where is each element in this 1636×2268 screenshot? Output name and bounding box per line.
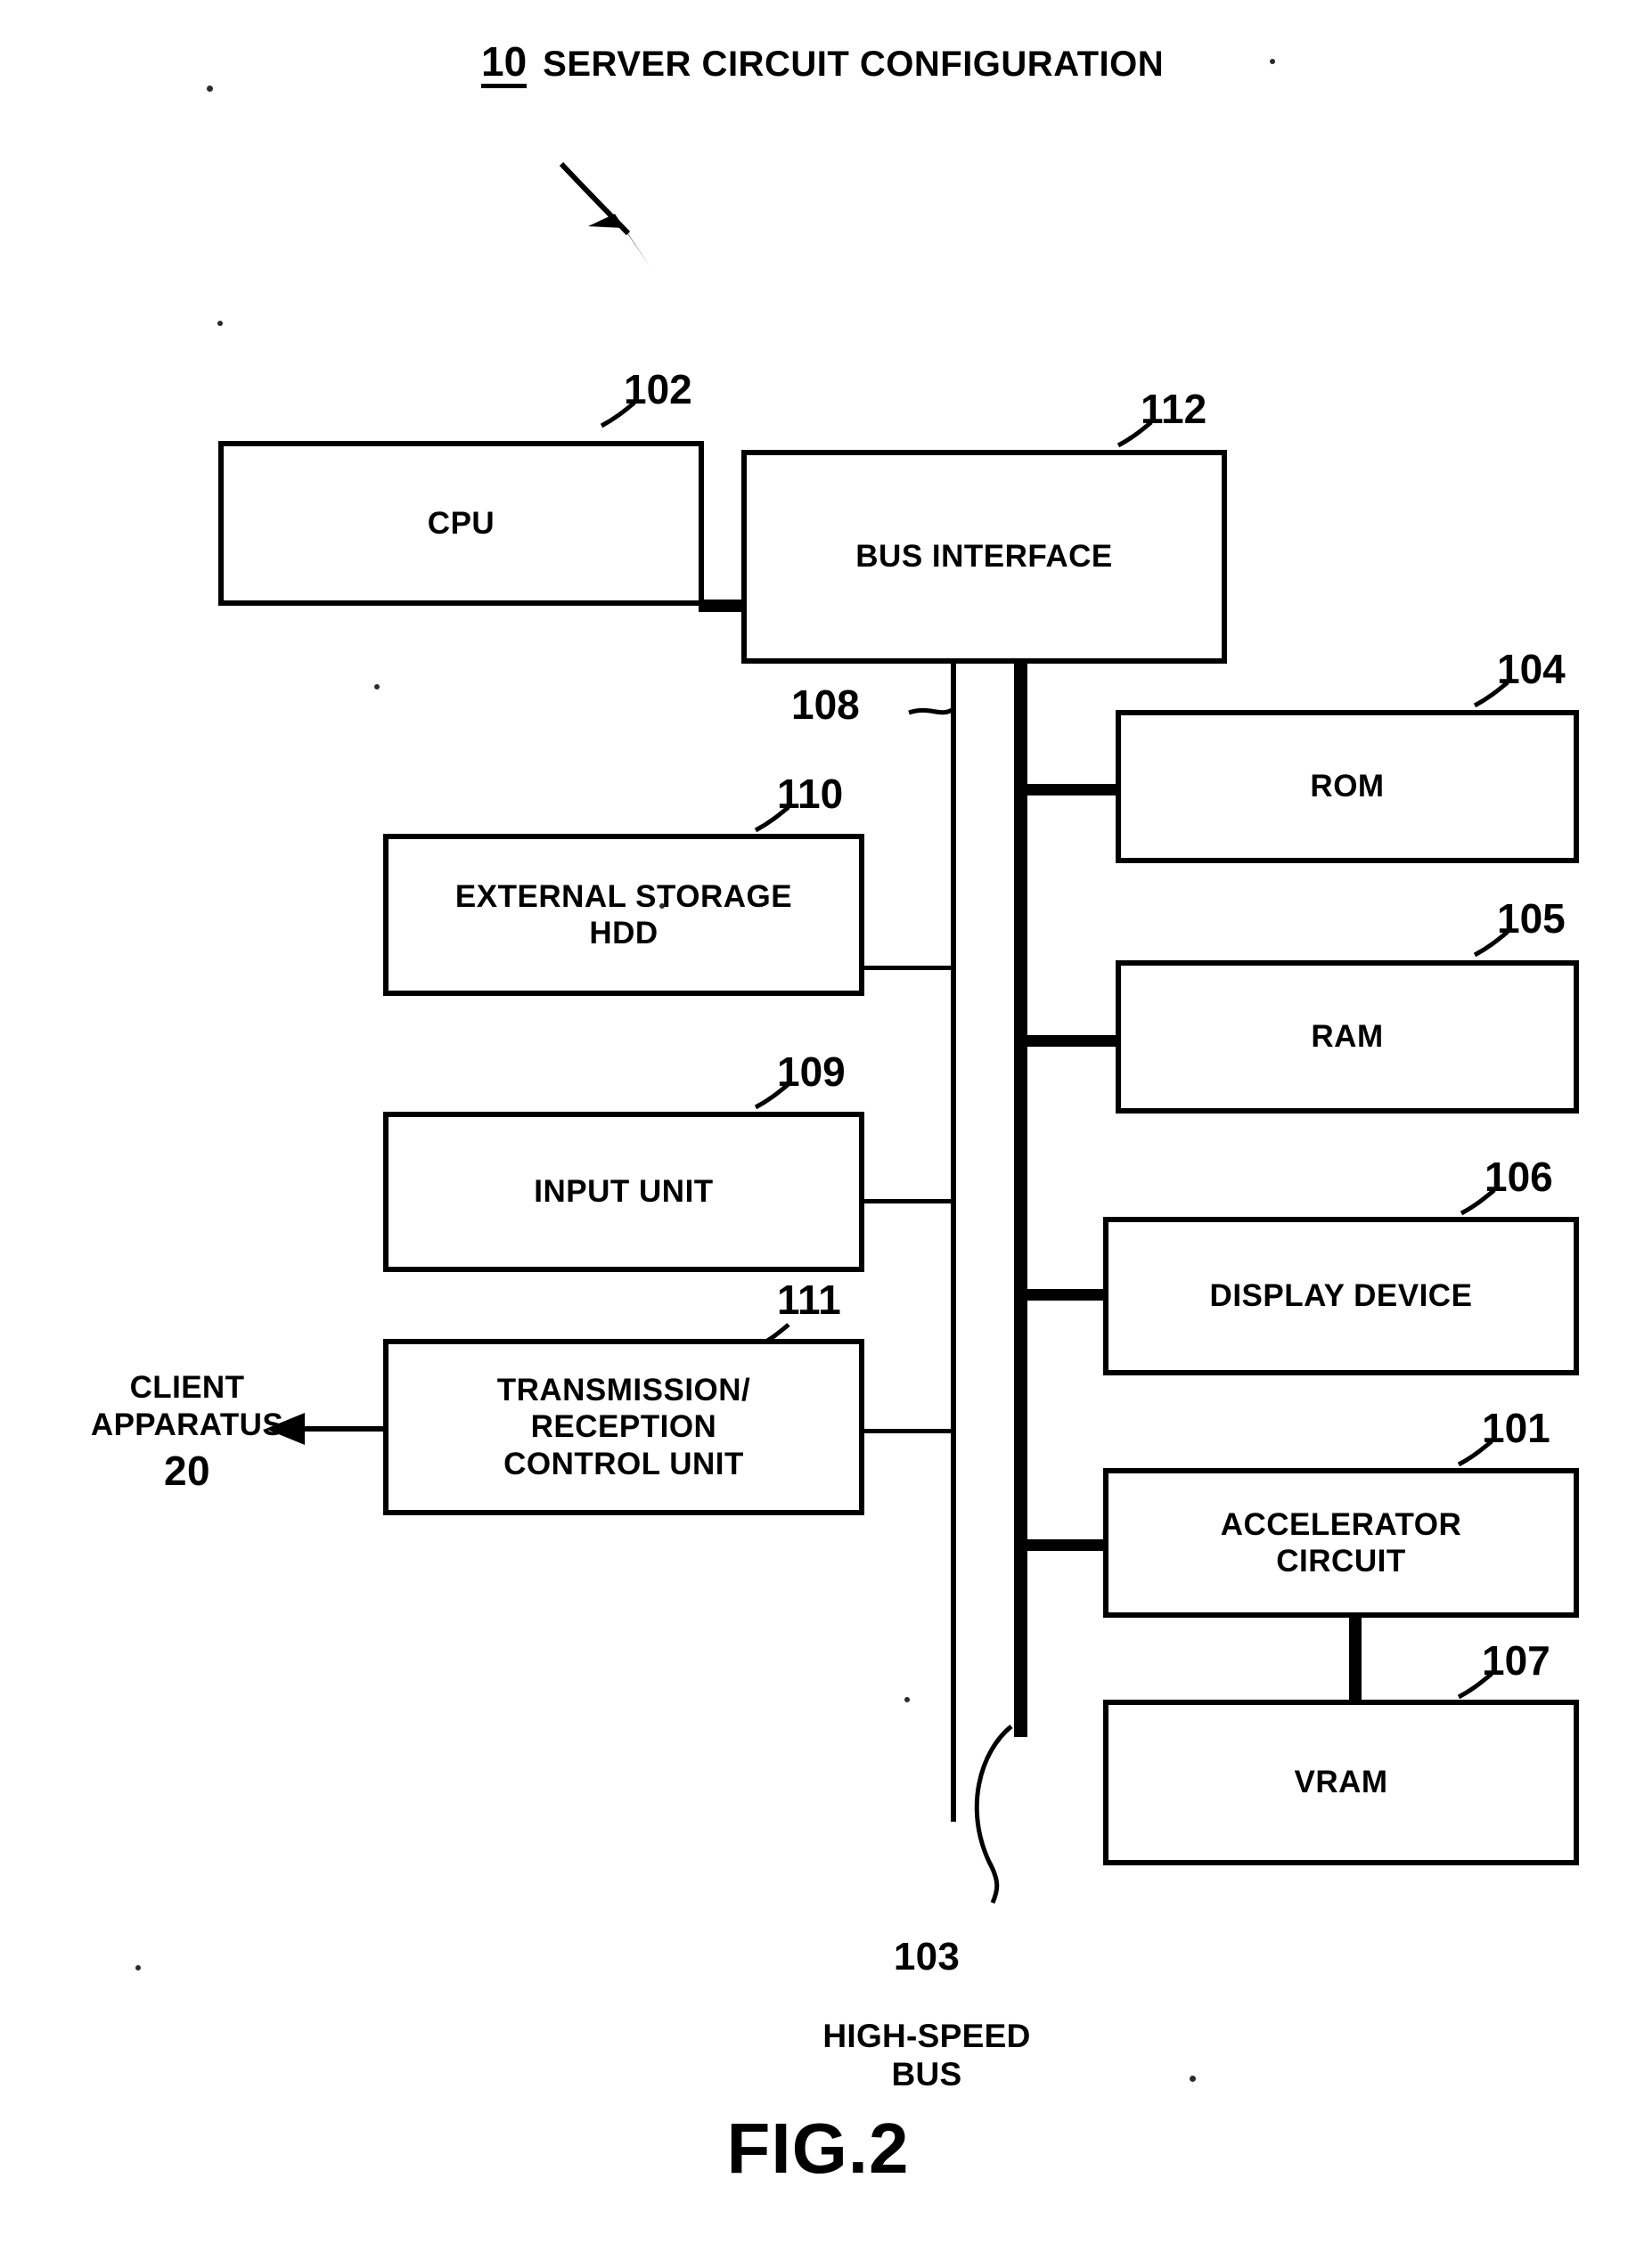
ref-numeral-101: 101 [1482, 1405, 1550, 1451]
scan-speck [1190, 2076, 1196, 2082]
ref-numeral-104: 104 [1497, 646, 1566, 692]
scan-speck [135, 1965, 141, 1970]
block-ram-label: RAM [1311, 1019, 1384, 1055]
scan-speck [904, 1697, 910, 1702]
branch-to-txrx-unit [863, 1429, 953, 1433]
scan-speck [217, 321, 223, 326]
block-input-unit-label: INPUT UNIT [534, 1174, 714, 1210]
ref-numeral-111: 111 [777, 1277, 841, 1323]
leader-108 [908, 706, 955, 715]
branch-to-rom [1025, 784, 1117, 795]
block-accelerator-circuit-label: ACCELERATOR CIRCUIT [1220, 1506, 1462, 1579]
block-rom-label: ROM [1310, 769, 1385, 804]
block-vram[interactable]: VRAM [1103, 1700, 1579, 1865]
ref-numeral-102: 102 [624, 366, 692, 412]
branch-to-ram [1025, 1035, 1117, 1047]
high-speed-bus-caption: 103 HIGH-SPEED BUS [784, 1896, 1069, 2094]
block-input-unit[interactable]: INPUT UNIT [383, 1112, 864, 1272]
block-accelerator-circuit[interactable]: ACCELERATOR CIRCUIT [1103, 1468, 1579, 1618]
title-arrow-head [588, 214, 650, 267]
block-txrx-control-unit-label: TRANSMISSION/ RECEPTION CONTROL UNIT [496, 1373, 751, 1481]
ref-numeral-107: 107 [1482, 1637, 1550, 1684]
cpu-to-bus-interface-link [699, 600, 747, 612]
high-speed-bus-label: HIGH-SPEED BUS [822, 2017, 1031, 2093]
leader-103 [974, 1725, 1013, 1904]
scan-speck [659, 903, 665, 909]
scan-speck [1270, 59, 1275, 64]
title-reference-numeral: 10 [481, 41, 528, 88]
block-cpu-label: CPU [427, 505, 495, 541]
block-cpu[interactable]: CPU [218, 441, 704, 606]
block-display-device-label: DISPLAY DEVICE [1209, 1278, 1473, 1314]
accelerator-to-vram-link [1349, 1614, 1362, 1701]
client-apparatus-ref: 20 [164, 1447, 210, 1494]
ref-numeral-105: 105 [1497, 895, 1566, 942]
block-external-storage[interactable]: EXTERNAL STORAGE HDD [383, 834, 864, 996]
block-bus-interface[interactable]: BUS INTERFACE [741, 450, 1227, 664]
branch-to-input-unit [863, 1199, 953, 1203]
ref-numeral-103: 103 [893, 1934, 961, 1978]
ref-numeral-112: 112 [1141, 386, 1207, 432]
title-label: SERVER CIRCUIT CONFIGURATION [543, 45, 1165, 84]
block-bus-interface-label: BUS INTERFACE [855, 539, 1113, 575]
block-display-device[interactable]: DISPLAY DEVICE [1103, 1217, 1579, 1375]
block-ram[interactable]: RAM [1116, 960, 1579, 1114]
ref-numeral-109: 109 [777, 1048, 846, 1095]
block-txrx-control-unit[interactable]: TRANSMISSION/ RECEPTION CONTROL UNIT [383, 1339, 864, 1515]
client-apparatus-label: CLIENT APPARATUS 20 [53, 1333, 321, 1531]
figure-title: 10 SERVER CIRCUIT CONFIGURATION [481, 41, 1164, 88]
title-arrow-curve [559, 161, 631, 236]
block-external-storage-label: EXTERNAL STORAGE HDD [454, 878, 793, 950]
block-vram-label: VRAM [1294, 1765, 1388, 1800]
ref-numeral-106: 106 [1485, 1154, 1553, 1200]
internal-bus-line [951, 664, 956, 1822]
client-apparatus-text: CLIENT APPARATUS [90, 1370, 284, 1442]
block-rom[interactable]: ROM [1116, 710, 1579, 863]
ref-numeral-110: 110 [777, 771, 844, 817]
ref-numeral-108: 108 [791, 681, 860, 728]
scan-speck [374, 684, 380, 689]
figure-caption: FIG.2 [726, 2109, 910, 2188]
branch-to-external-storage [863, 966, 953, 970]
scan-speck [207, 86, 213, 92]
figure-page: 10 SERVER CIRCUIT CONFIGURATION CPU 102 … [0, 0, 1636, 2268]
